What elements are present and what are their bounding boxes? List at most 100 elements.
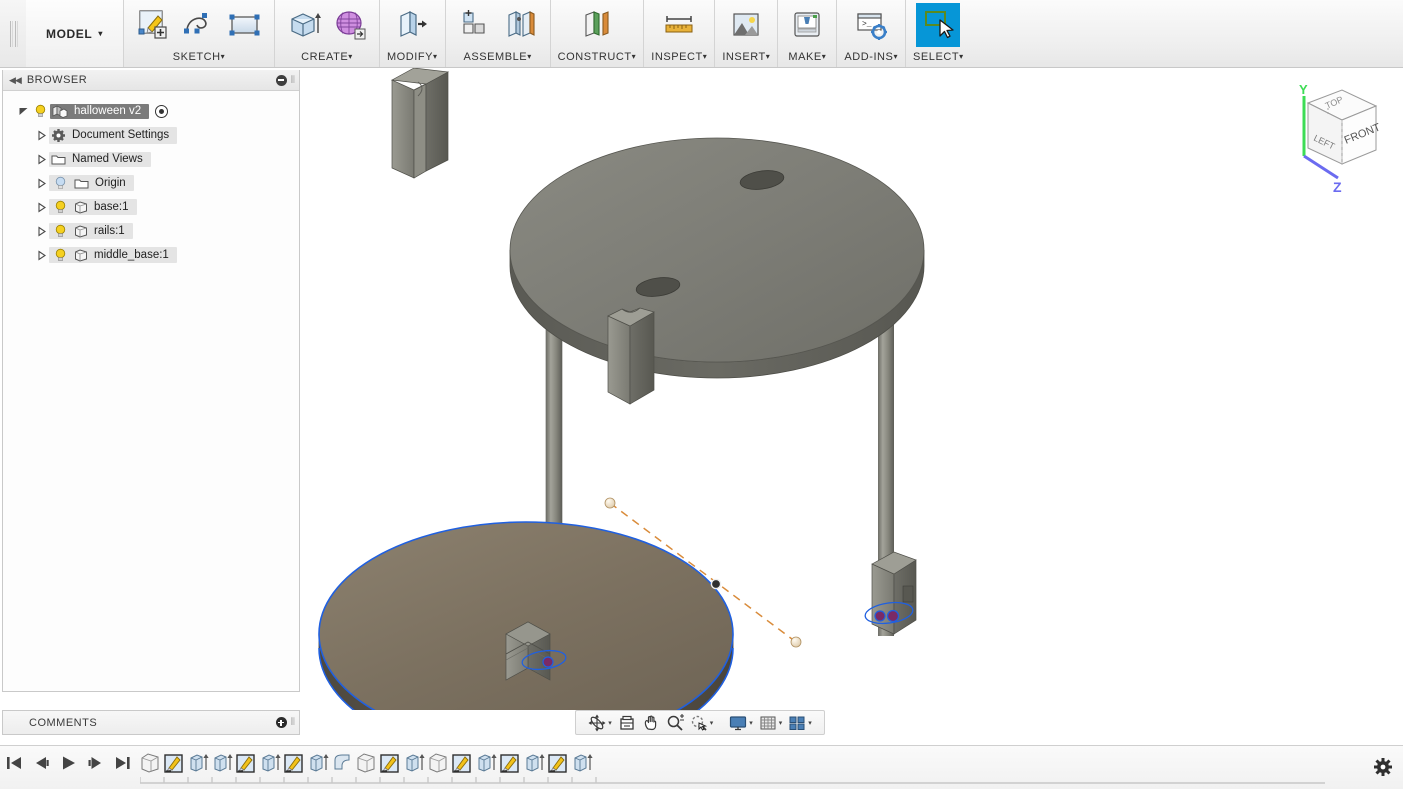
- timeline-settings-gear-icon[interactable]: [1373, 757, 1393, 782]
- play-icon[interactable]: [60, 752, 77, 774]
- timeline-feature-extrude[interactable]: [570, 750, 594, 776]
- look-at-icon[interactable]: [616, 712, 638, 734]
- ribbon-panel-label[interactable]: ADD-INS▾: [844, 51, 898, 67]
- grid-snaps-icon[interactable]: ▾: [757, 712, 785, 734]
- insert-image-icon[interactable]: [724, 3, 768, 47]
- ribbon-panel-label[interactable]: MAKE▾: [788, 51, 826, 67]
- tree-node-chip[interactable]: Origin: [49, 175, 134, 191]
- viewports-icon[interactable]: ▾: [786, 712, 814, 734]
- tree-node-named-views[interactable]: Named Views: [3, 147, 299, 171]
- bracket-right[interactable]: [607, 307, 655, 405]
- chevron-down-icon[interactable]: ▾: [749, 719, 753, 727]
- scripts-addins-icon[interactable]: >_: [849, 3, 893, 47]
- cad-model[interactable]: [300, 68, 1403, 710]
- spline-icon[interactable]: [177, 3, 221, 47]
- timeline-feature-fillet[interactable]: [330, 750, 354, 776]
- comments-panel[interactable]: COMMENTS ⦀: [2, 710, 300, 735]
- timeline-feature-extrude[interactable]: [306, 750, 330, 776]
- timeline-feature-sketch[interactable]: [282, 750, 306, 776]
- expand-triangle-icon[interactable]: [33, 153, 49, 165]
- 3d-viewport[interactable]: Y Z TOP LEFT FRONT: [300, 68, 1403, 710]
- ribbon-panel-label[interactable]: INSERT▾: [722, 51, 770, 67]
- timeline-feature-extrude[interactable]: [522, 750, 546, 776]
- zoom-window-icon[interactable]: ▾: [688, 712, 716, 734]
- visibility-bulb-icon[interactable]: [51, 248, 70, 262]
- visibility-bulb-icon[interactable]: [31, 104, 50, 118]
- display-settings-icon[interactable]: ▾: [727, 712, 755, 734]
- new-component-icon[interactable]: [453, 3, 497, 47]
- orbit-icon[interactable]: ▾: [586, 712, 614, 734]
- measure-icon[interactable]: [657, 3, 701, 47]
- go-to-end-icon[interactable]: [114, 752, 131, 774]
- timeline-feature-extrude[interactable]: [474, 750, 498, 776]
- tree-node-document-settings[interactable]: Document Settings: [3, 123, 299, 147]
- collapse-left-icon[interactable]: ◀◀: [7, 75, 27, 86]
- chevron-down-icon[interactable]: ▾: [608, 719, 612, 727]
- select-window-icon[interactable]: [916, 3, 961, 47]
- pan-icon[interactable]: [640, 712, 662, 734]
- timeline-feature-sketch[interactable]: [450, 750, 474, 776]
- timeline-feature-sketch[interactable]: [498, 750, 522, 776]
- joint-icon[interactable]: [499, 3, 543, 47]
- timeline-feature-body[interactable]: [354, 750, 378, 776]
- chevron-down-icon[interactable]: ▾: [779, 719, 783, 727]
- step-forward-icon[interactable]: [87, 752, 104, 774]
- tree-node-chip[interactable]: Document Settings: [49, 126, 178, 144]
- ribbon-panel-label[interactable]: CONSTRUCT▾: [558, 51, 637, 67]
- timeline-feature-extrude[interactable]: [402, 750, 426, 776]
- mesh-icon[interactable]: [328, 3, 372, 47]
- timeline-feature-extrude[interactable]: [210, 750, 234, 776]
- tree-node-root[interactable]: halloween v2: [3, 99, 299, 123]
- ribbon-panel-label[interactable]: ASSEMBLE▾: [463, 51, 531, 67]
- ribbon-panel-label[interactable]: SELECT▾: [913, 51, 964, 67]
- expand-triangle-icon[interactable]: [33, 249, 49, 261]
- expand-triangle-icon[interactable]: [33, 225, 49, 237]
- extrude-icon[interactable]: [282, 3, 326, 47]
- timeline-feature-sketch[interactable]: [378, 750, 402, 776]
- timeline-feature-sketch[interactable]: [234, 750, 258, 776]
- ribbon-panel-label[interactable]: SKETCH▾: [173, 51, 226, 67]
- timeline-feature-extrude[interactable]: [186, 750, 210, 776]
- press-pull-icon[interactable]: [390, 3, 434, 47]
- ribbon-panel-label[interactable]: CREATE▾: [301, 51, 353, 67]
- tree-node-middle-base[interactable]: middle_base:1: [3, 243, 299, 267]
- expand-triangle-icon[interactable]: [33, 129, 49, 141]
- expand-triangle-icon[interactable]: [15, 105, 31, 116]
- step-back-icon[interactable]: [33, 752, 50, 774]
- workspace-switcher-model[interactable]: MODEL ▾: [26, 0, 124, 67]
- tree-node-origin[interactable]: Origin: [3, 171, 299, 195]
- chevron-down-icon[interactable]: ▾: [808, 719, 812, 727]
- visibility-bulb-icon[interactable]: [51, 200, 70, 214]
- add-comment-icon[interactable]: [275, 717, 287, 728]
- 3d-print-icon[interactable]: [785, 3, 829, 47]
- tree-node-base[interactable]: base:1: [3, 195, 299, 219]
- visibility-bulb-icon[interactable]: [51, 176, 70, 190]
- tree-node-chip[interactable]: halloween v2: [50, 103, 150, 119]
- ribbon-panel-label[interactable]: INSPECT▾: [651, 51, 707, 67]
- visibility-bulb-icon[interactable]: [51, 224, 70, 238]
- panel-resize-grip[interactable]: ⦀: [291, 75, 295, 86]
- ribbon-panel-label[interactable]: MODIFY▾: [387, 51, 438, 67]
- minimize-icon[interactable]: [275, 74, 287, 86]
- timeline-feature-extrude[interactable]: [258, 750, 282, 776]
- expand-triangle-icon[interactable]: [33, 201, 49, 213]
- timeline-feature-body[interactable]: [426, 750, 450, 776]
- go-to-beginning-icon[interactable]: [6, 752, 23, 774]
- create-sketch-icon[interactable]: [131, 3, 175, 47]
- expand-triangle-icon[interactable]: [33, 177, 49, 189]
- viewcube[interactable]: Y Z TOP LEFT FRONT: [1280, 68, 1403, 198]
- activate-component-radio[interactable]: [155, 104, 169, 118]
- tree-node-rails[interactable]: rails:1: [3, 219, 299, 243]
- tree-node-chip[interactable]: base:1: [49, 199, 137, 215]
- tree-node-chip[interactable]: rails:1: [49, 223, 133, 239]
- ribbon-grip[interactable]: [0, 0, 26, 67]
- offset-plane-icon[interactable]: [575, 3, 619, 47]
- bracket-back[interactable]: [390, 68, 450, 179]
- zoom-icon[interactable]: [664, 712, 686, 734]
- timeline-feature-sketch[interactable]: [546, 750, 570, 776]
- top-disc[interactable]: [509, 137, 925, 379]
- bottom-disc[interactable]: [318, 521, 734, 710]
- tree-node-chip[interactable]: middle_base:1: [49, 247, 177, 263]
- timeline-feature-body[interactable]: [138, 750, 162, 776]
- timeline-feature-sketch[interactable]: [162, 750, 186, 776]
